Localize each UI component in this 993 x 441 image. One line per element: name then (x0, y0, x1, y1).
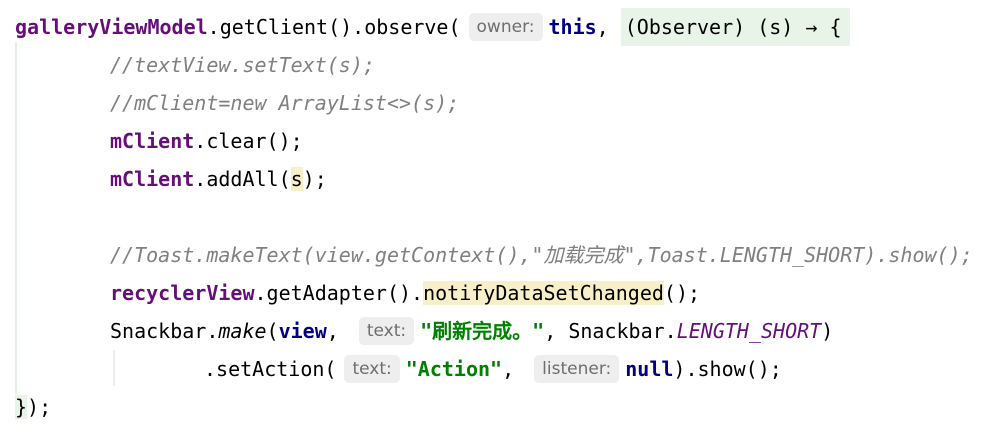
lambda-fold-region[interactable]: (Observer) (s) → { (620, 8, 850, 46)
code-line-4[interactable]: mClient.clear(); (110, 122, 303, 160)
comma: , (326, 319, 339, 343)
closing-brace: } (15, 395, 28, 419)
code-line-5[interactable]: mClient.addAll(s); (110, 160, 327, 198)
comma: , (596, 15, 609, 39)
open-paren: ( (266, 319, 279, 343)
identifier-gallery-view-model: galleryViewModel (15, 15, 208, 39)
code-editor[interactable]: galleryViewModel.getClient().observe( own… (0, 0, 993, 441)
comma: , (502, 357, 515, 381)
code-line-11[interactable]: }); (15, 388, 51, 426)
parameter-hint-text: text: (358, 317, 415, 345)
field-recycler-view: recyclerView (110, 281, 255, 305)
method-call-addall: .addAll( (194, 167, 291, 191)
close-paren: ) (821, 319, 834, 343)
comment-mclient-new: //mClient=new ArrayList<>(s); (110, 91, 460, 115)
class-snackbar-ref: Snackbar. (568, 319, 677, 343)
comma: , (544, 319, 569, 343)
indent-guide (15, 42, 17, 394)
method-call-clear: .clear(); (194, 129, 303, 153)
keyword-null: null (625, 357, 674, 381)
code-line-9[interactable]: Snackbar.make(view, text: "刷新完成。", Snackb… (110, 312, 833, 350)
string-literal-refresh: "刷新完成。" (420, 319, 545, 343)
comment-toast: //Toast.makeText(view.getContext(),"加载完成… (110, 243, 973, 267)
indent-guide-inner (113, 350, 115, 386)
parameter-hint-text: text: (344, 355, 400, 383)
class-snackbar: Snackbar (110, 319, 207, 343)
comment-text-view: //textView.setText(s); (110, 53, 375, 77)
code-line-8[interactable]: recyclerView.getAdapter().notifyDataSetC… (110, 274, 700, 312)
variable-view: view (278, 319, 327, 343)
code-line-10[interactable]: .setAction( text: "Action", listener: null)… (204, 350, 782, 388)
code-line-3[interactable]: //mClient=new ArrayList<>(s); (110, 84, 459, 122)
call-end: ); (27, 395, 52, 419)
dot: . (206, 319, 219, 343)
parameter-hint-listener: listener: (534, 355, 620, 383)
parameter-hint-owner: owner: (468, 13, 543, 41)
call-end: ); (302, 167, 327, 191)
call-end: (); (663, 281, 701, 305)
code-line-7[interactable]: //Toast.makeText(view.getContext(),"加载完成… (110, 236, 973, 274)
highlighted-method-notify: notifyDataSetChanged (423, 281, 664, 305)
method-call-observe: .getClient().observe( (207, 15, 461, 39)
method-call-set-action: .setAction( (204, 357, 337, 381)
code-line-1[interactable]: galleryViewModel.getClient().observe( own… (15, 8, 850, 46)
method-call-get-adapter: .getAdapter(). (254, 281, 424, 305)
call-end-show: ).show(); (673, 357, 782, 381)
static-method-make: make (218, 319, 267, 343)
string-literal-action: "Action" (405, 357, 503, 381)
field-mclient: mClient (110, 129, 195, 153)
highlighted-reference-s: s (290, 167, 303, 191)
constant-length-short: LENGTH_SHORT (676, 319, 822, 343)
code-line-2[interactable]: //textView.setText(s); (110, 46, 375, 84)
keyword-this: this (548, 15, 597, 39)
field-mclient: mClient (110, 167, 195, 191)
